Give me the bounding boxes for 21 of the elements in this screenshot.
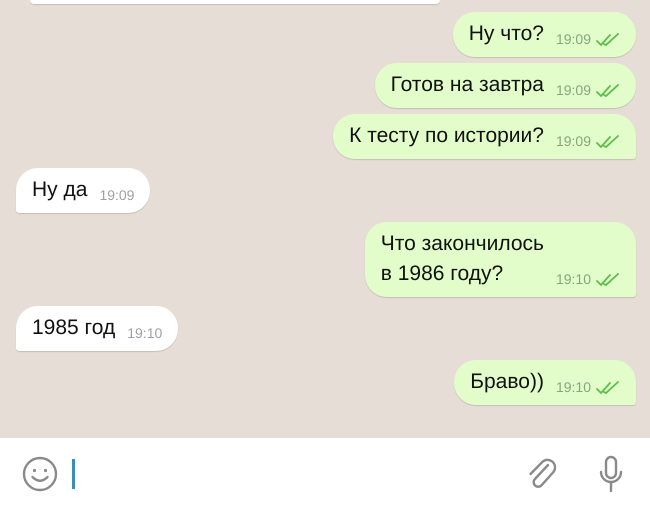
message-text: Что закончилось в 1986 году? <box>380 231 544 287</box>
double-check-icon <box>596 32 620 46</box>
emoji-icon[interactable] <box>22 456 58 492</box>
message-time: 19:09 <box>556 132 591 150</box>
message-time: 19:10 <box>556 270 591 288</box>
double-check-icon <box>596 380 620 394</box>
message-time: 19:09 <box>556 30 591 48</box>
message-time: 19:10 <box>556 378 591 396</box>
message-time: 19:10 <box>127 324 162 342</box>
double-check-icon <box>596 84 620 98</box>
message-text: 1985 год <box>32 315 116 341</box>
message-text: Готов на завтра <box>390 72 544 98</box>
message-time: 19:09 <box>99 186 134 204</box>
message-text: К тесту по истории? <box>349 123 544 149</box>
message-text: Ну да <box>32 177 88 203</box>
message-text: Браво)) <box>470 369 544 395</box>
message-text: Ну что? <box>468 21 544 47</box>
message-time: 19:09 <box>556 81 591 99</box>
microphone-icon[interactable] <box>598 455 624 493</box>
double-check-icon <box>596 272 620 286</box>
double-check-icon <box>596 134 620 148</box>
